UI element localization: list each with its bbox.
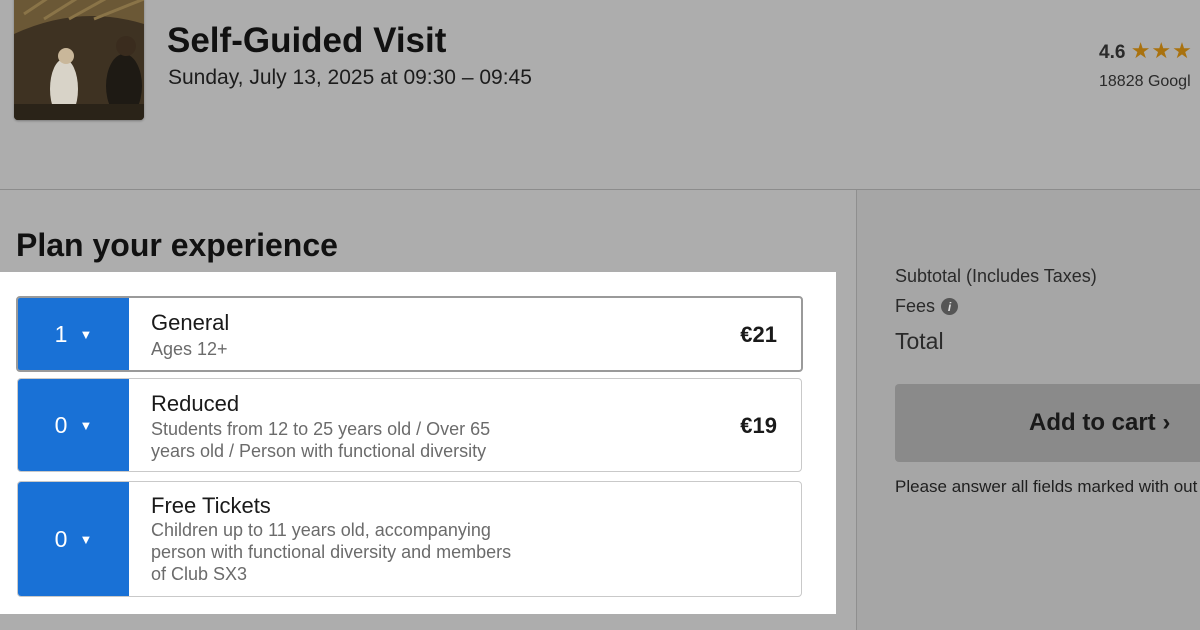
ticket-description: Children up to 11 years old, accompanyin… [151,520,512,584]
ticket-general[interactable]: 1 ▼ General Ages 12+ €21 [16,296,803,372]
page: Self-Guided Visit Sunday, July 13, 2025 … [0,0,1200,630]
ticket-reduced[interactable]: 0 ▼ Reduced Students from 12 to 25 years… [17,378,802,472]
caret-down-icon: ▼ [79,326,93,342]
event-header: Self-Guided Visit Sunday, July 13, 2025 … [0,0,1200,190]
ticket-free[interactable]: 0 ▼ Free Tickets Children up to 11 years… [17,481,802,597]
ticket-price: €19 [740,413,777,438]
subtotal-label: Subtotal (Includes Taxes) [895,266,1097,286]
total-label: Total [895,328,944,354]
review-count[interactable]: 18828 Googl [1099,73,1191,91]
quantity-value: 0 [54,411,68,438]
event-title: Self-Guided Visit [167,21,447,60]
event-datetime: Sunday, July 13, 2025 at 09:30 – 09:45 [168,66,532,89]
ticket-name: General [151,310,230,335]
caret-down-icon: ▼ [79,531,93,547]
ticket-list: 1 ▼ General Ages 12+ €21 0 ▼ Reduced Stu… [0,272,836,614]
ticket-description: Students from 12 to 25 years old / Over … [151,419,491,461]
fees-row: Fees i [895,296,959,317]
plan-title: Plan your experience [16,227,338,263]
ticket-name: Free Tickets [151,493,271,518]
info-icon[interactable]: i [941,298,959,315]
quantity-select[interactable]: 1 ▼ [18,298,129,370]
ticket-description: Ages 12+ [151,339,228,359]
star-icon: ★★★ [1130,38,1193,63]
add-to-cart-button[interactable]: Add to cart › [895,384,1200,462]
caret-down-icon: ▼ [79,417,93,433]
event-thumbnail [14,0,144,120]
rating-score: 4.6 [1099,42,1126,63]
validation-notice: Please answer all fields marked with out [895,477,1198,496]
fees-label: Fees [895,296,936,316]
quantity-select[interactable]: 0 ▼ [18,379,129,471]
quantity-value: 1 [54,320,68,347]
ticket-price: €21 [740,322,777,347]
quantity-select[interactable]: 0 ▼ [18,482,129,596]
order-summary: Subtotal (Includes Taxes) Fees i Total A… [856,190,1200,630]
rating-summary: 4.6 ★★★ [1099,38,1193,64]
quantity-value: 0 [54,525,68,552]
ticket-name: Reduced [151,391,240,416]
